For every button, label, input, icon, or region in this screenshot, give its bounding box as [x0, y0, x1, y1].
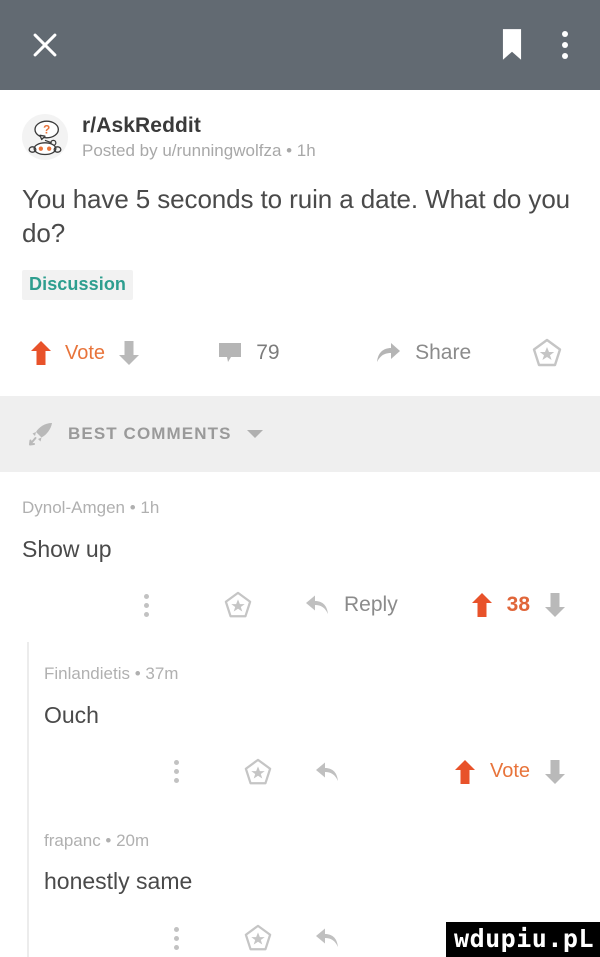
- comment-sort-bar[interactable]: BEST COMMENTS: [0, 396, 600, 473]
- share-arrow-icon: [375, 341, 401, 365]
- svg-text:?: ?: [43, 124, 50, 137]
- upvote-arrow-icon[interactable]: [454, 759, 476, 785]
- upvote-arrow-icon[interactable]: [471, 592, 493, 618]
- award-badge-icon[interactable]: [244, 924, 272, 952]
- post-action-bar: Vote 79 Share: [22, 310, 578, 396]
- comment-body: Ouch: [44, 701, 99, 728]
- comment-reply-label: Reply: [344, 593, 398, 617]
- post-container: ? r/AskReddit Posted by u/runningwolfza …: [0, 90, 600, 397]
- comment-meta[interactable]: Finlandietis • 37m: [44, 664, 578, 684]
- comment-meta[interactable]: frapanc • 20m: [44, 831, 578, 851]
- post-header: ? r/AskReddit Posted by u/runningwolfza …: [22, 112, 578, 162]
- comment-vote-label[interactable]: Vote: [490, 760, 530, 783]
- comment-action-bar: Vote: [44, 735, 578, 809]
- thread-line: [27, 642, 29, 809]
- comment-action-bar: Reply 38: [22, 568, 578, 642]
- chevron-down-icon[interactable]: [246, 428, 264, 440]
- kebab-menu-icon[interactable]: [562, 31, 568, 59]
- comment-award-button[interactable]: [244, 924, 314, 952]
- bookmark-icon[interactable]: [498, 28, 526, 62]
- reply-arrow-icon: [304, 593, 330, 617]
- comment-body: honestly same: [44, 868, 193, 895]
- post-author-meta[interactable]: Posted by u/runningwolfza • 1h: [82, 141, 316, 161]
- comment-reply-button[interactable]: [314, 926, 454, 950]
- comment-award-button[interactable]: [224, 591, 304, 619]
- post-comments-group[interactable]: 79: [218, 341, 375, 365]
- post-share-group[interactable]: Share: [375, 341, 532, 365]
- comment-score: 38: [506, 593, 530, 617]
- post-share-label: Share: [415, 341, 472, 365]
- rocket-icon: [28, 421, 54, 447]
- comment-body: Show up: [22, 535, 112, 562]
- close-icon[interactable]: [28, 28, 62, 62]
- reply-arrow-icon: [314, 760, 340, 784]
- downvote-arrow-icon[interactable]: [544, 592, 566, 618]
- post-vote-group: Vote: [22, 340, 218, 366]
- comment-overflow-button[interactable]: [144, 593, 224, 617]
- comment-sort-label: BEST COMMENTS: [68, 424, 232, 444]
- kebab-menu-icon[interactable]: [174, 760, 179, 784]
- award-badge-icon[interactable]: [532, 338, 570, 368]
- kebab-menu-icon[interactable]: [174, 926, 179, 950]
- post-vote-label[interactable]: Vote: [65, 342, 105, 365]
- post-flair[interactable]: Discussion: [22, 270, 134, 301]
- comment-bubble-icon: [218, 341, 242, 365]
- comment-item: Dynol-Amgen • 1h Show up Reply 38: [0, 472, 600, 643]
- award-badge-icon[interactable]: [224, 591, 252, 619]
- subreddit-name[interactable]: r/AskReddit: [82, 114, 316, 138]
- upvote-arrow-icon[interactable]: [30, 340, 52, 366]
- post-flair-row: Discussion: [22, 270, 578, 301]
- comment-vote-group: Vote: [454, 759, 578, 785]
- comment-item: Finlandietis • 37m Ouch Vote: [0, 642, 600, 809]
- downvote-arrow-icon[interactable]: [118, 340, 140, 366]
- award-badge-icon[interactable]: [244, 758, 272, 786]
- downvote-arrow-icon[interactable]: [544, 759, 566, 785]
- comment-overflow-button[interactable]: [174, 926, 244, 950]
- app-bar: [0, 0, 600, 90]
- comment-meta[interactable]: Dynol-Amgen • 1h: [22, 498, 578, 518]
- watermark: wdupiu.pL: [446, 921, 600, 957]
- thread-line: [27, 808, 29, 957]
- post-title: You have 5 seconds to ruin a date. What …: [22, 183, 571, 248]
- comment-reply-button[interactable]: [314, 760, 454, 784]
- comment-award-button[interactable]: [244, 758, 314, 786]
- comment-vote-group: 38: [471, 592, 578, 618]
- reddit-post-screen: ? r/AskReddit Posted by u/runningwolfza …: [0, 0, 600, 957]
- kebab-menu-icon[interactable]: [144, 593, 149, 617]
- post-comment-count: 79: [256, 341, 280, 365]
- comments-list: Dynol-Amgen • 1h Show up Reply 38 Finlan…: [0, 472, 600, 957]
- reply-arrow-icon: [314, 926, 340, 950]
- comment-reply-button[interactable]: Reply: [304, 593, 464, 617]
- askreddit-snoo-avatar-icon: ?: [22, 114, 68, 160]
- comment-overflow-button[interactable]: [174, 760, 244, 784]
